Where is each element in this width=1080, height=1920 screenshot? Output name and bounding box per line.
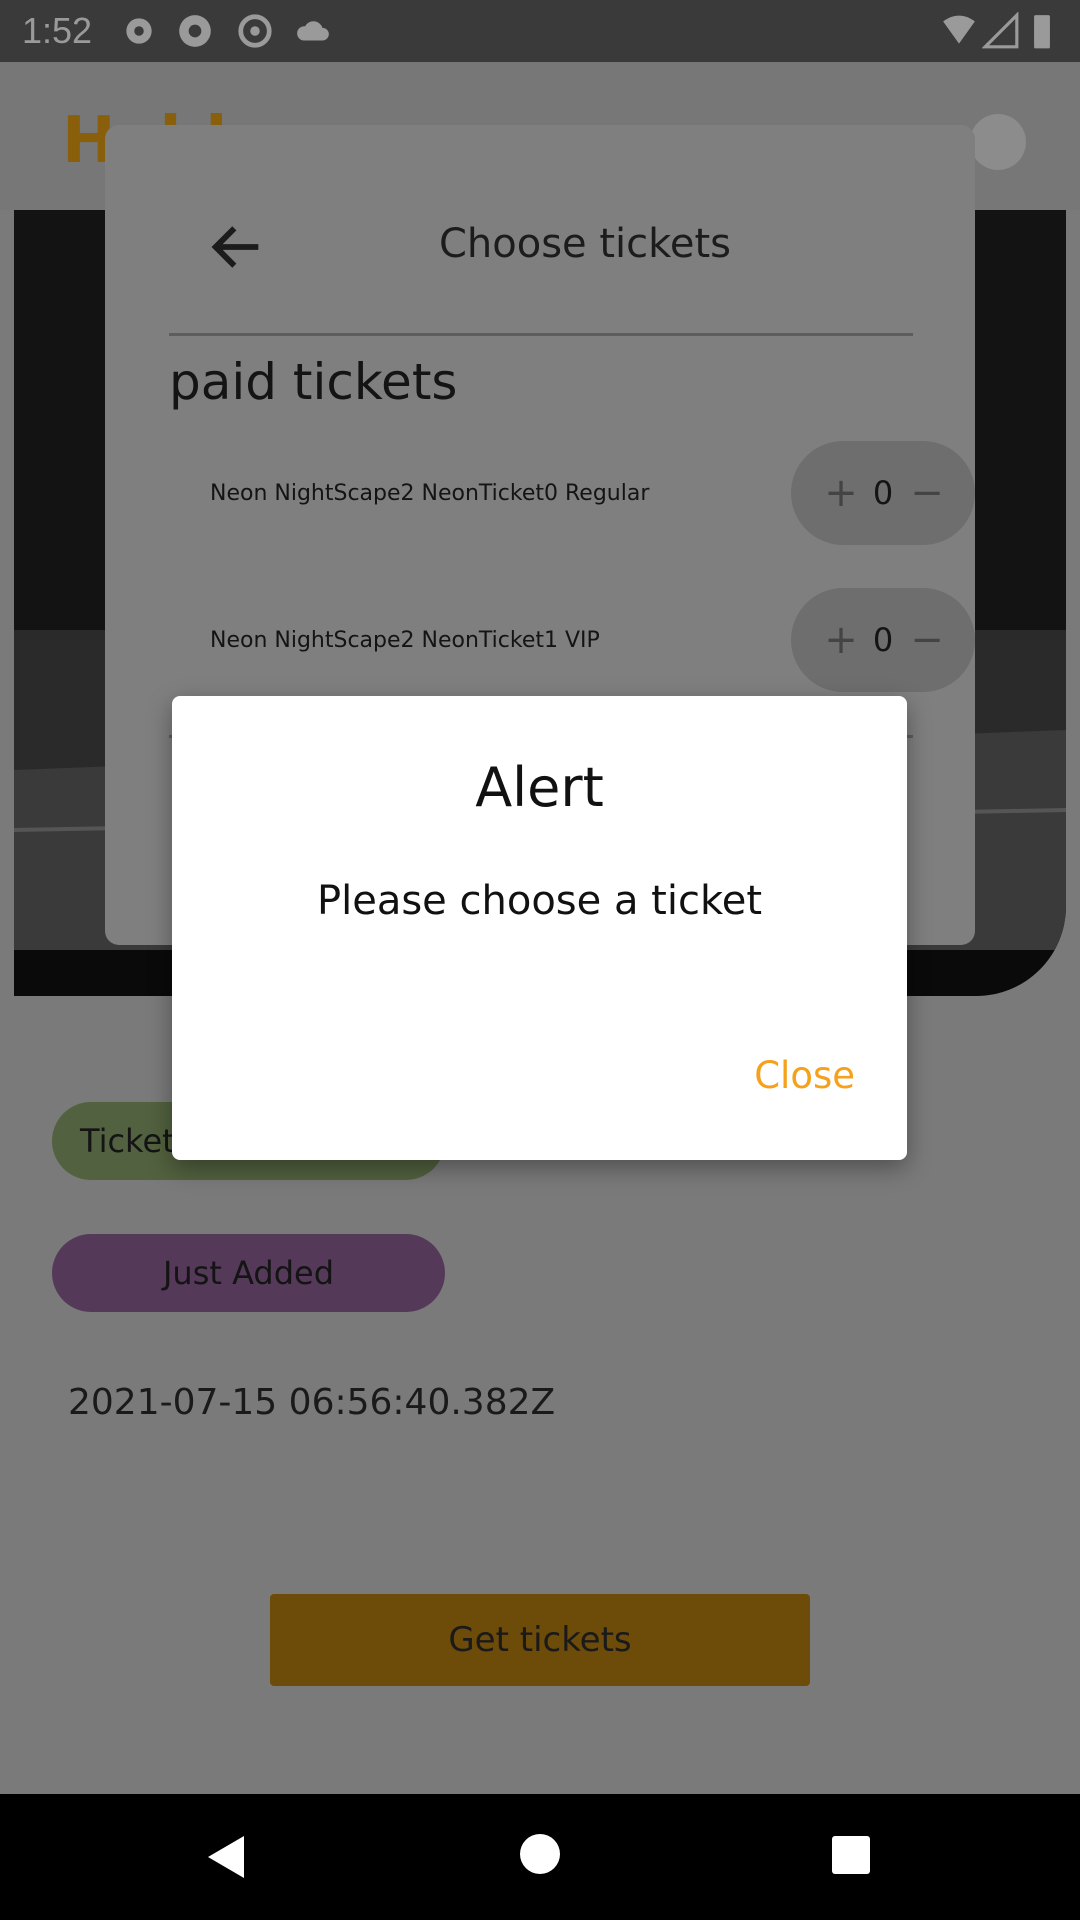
quantity-stepper: + 0 −: [791, 441, 975, 545]
alert-dialog: Alert Please choose a ticket Close: [172, 696, 907, 1160]
nav-back-icon[interactable]: [204, 1834, 248, 1880]
ticket-chip-label: Ticket: [80, 1122, 175, 1160]
blocked-icon: [238, 14, 272, 48]
quantity-stepper: + 0 −: [791, 588, 975, 692]
decrement-icon[interactable]: −: [901, 467, 953, 519]
divider: [169, 333, 913, 336]
dialog-title: Choose tickets: [438, 221, 732, 267]
just-added-label: Just Added: [162, 1254, 335, 1292]
decrement-icon[interactable]: −: [901, 614, 953, 666]
profile-avatar-icon[interactable]: [970, 114, 1026, 170]
settings-icon: [126, 18, 152, 44]
quantity-value: 0: [872, 474, 894, 512]
status-bar: 1:52: [0, 0, 1080, 62]
signal-icon: [982, 12, 1019, 49]
sync-icon: [179, 15, 211, 47]
quantity-value: 0: [872, 621, 894, 659]
increment-icon[interactable]: +: [815, 614, 867, 666]
get-tickets-label: Get tickets: [448, 1620, 632, 1660]
section-title: paid tickets: [169, 353, 458, 411]
cloud-icon: [297, 21, 329, 41]
increment-icon[interactable]: +: [815, 467, 867, 519]
navigation-bar: [0, 1794, 1080, 1920]
ticket-name: Neon NightScape2 NeonTicket1 VIP: [210, 628, 600, 653]
alert-message: Please choose a ticket: [316, 878, 763, 924]
get-tickets-button[interactable]: Get tickets: [270, 1594, 810, 1686]
alert-title: Alert: [475, 756, 604, 819]
just-added-chip: Just Added: [52, 1234, 445, 1312]
wifi-icon: [943, 15, 975, 44]
status-time: 1:52: [22, 10, 93, 51]
battery-icon: [1034, 15, 1050, 49]
nav-recents-icon[interactable]: [832, 1836, 870, 1874]
event-timestamp: 2021-07-15 06:56:40.382Z: [68, 1382, 556, 1423]
nav-home-icon[interactable]: [520, 1834, 560, 1874]
ticket-name: Neon NightScape2 NeonTicket0 Regular: [210, 481, 650, 506]
close-button[interactable]: Close: [754, 1054, 855, 1097]
